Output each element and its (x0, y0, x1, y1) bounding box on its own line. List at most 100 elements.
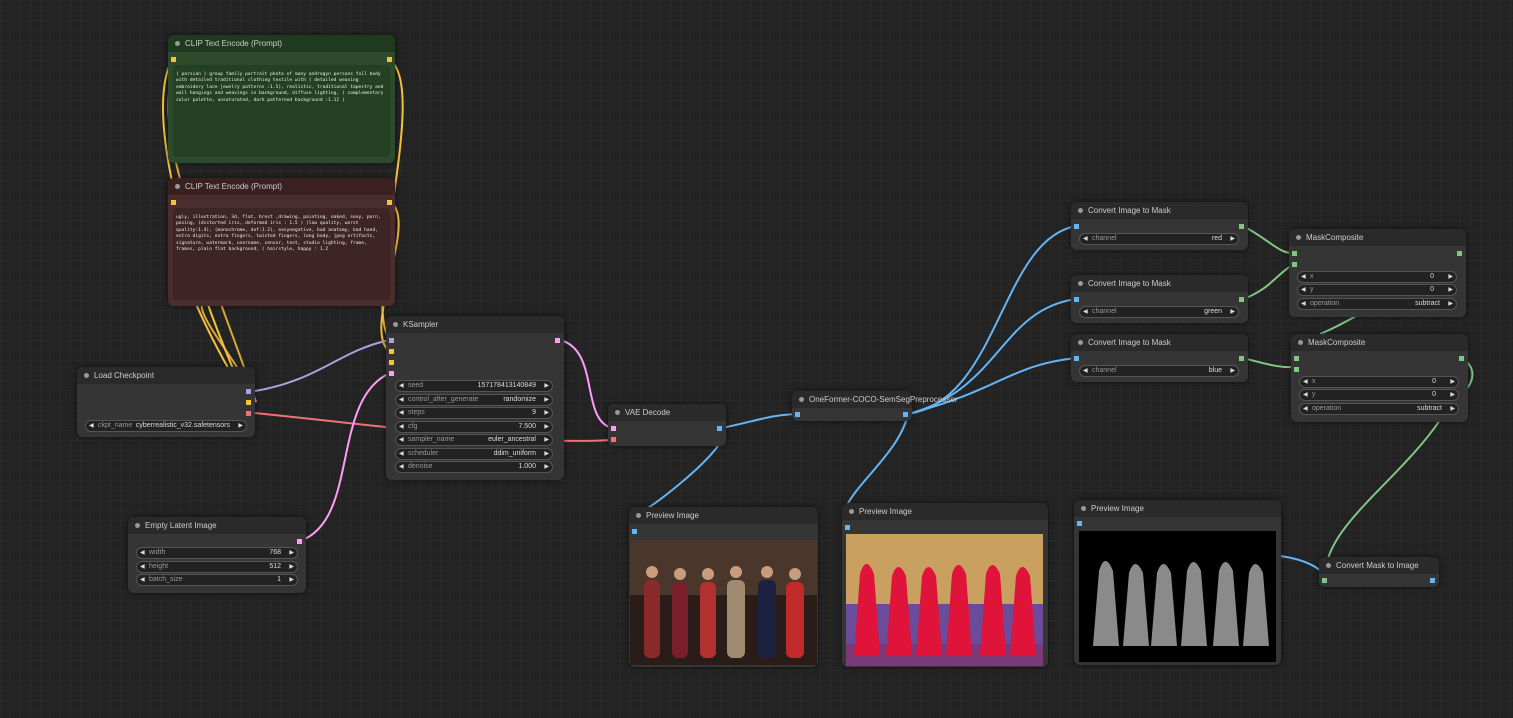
arrow-right-icon[interactable]: ▶ (289, 562, 294, 572)
arrow-right-icon[interactable]: ▶ (544, 408, 549, 418)
collapse-dot-icon[interactable] (799, 397, 804, 402)
node-title[interactable]: VAE Decode (608, 404, 726, 421)
arrow-right-icon[interactable]: ▶ (544, 395, 549, 405)
arrow-left-icon[interactable]: ◀ (89, 421, 94, 431)
node-ksampler[interactable]: KSampler ◀ seed 157178413140849 ▶ ◀ control_… (386, 316, 564, 480)
conditioning-output-slot[interactable] (387, 57, 392, 62)
mask-output-slot[interactable] (1457, 251, 1462, 256)
arrow-left-icon[interactable]: ◀ (1303, 377, 1308, 387)
images-input-slot[interactable] (845, 525, 850, 530)
arrow-left-icon[interactable]: ◀ (1083, 366, 1088, 376)
source-input-slot[interactable] (1294, 367, 1299, 372)
operation-combo[interactable]: ◀ operation subtract ▶ (1299, 403, 1459, 415)
node-title[interactable]: KSampler (386, 316, 564, 333)
clip-output-slot[interactable] (246, 400, 251, 405)
collapse-dot-icon[interactable] (1081, 506, 1086, 511)
denoise-number[interactable]: ◀ denoise 1.000 ▶ (395, 461, 553, 473)
arrow-right-icon[interactable]: ▶ (1450, 377, 1455, 387)
steps-number[interactable]: ◀ steps 9 ▶ (395, 407, 553, 419)
images-input-slot[interactable] (632, 529, 637, 534)
clip-input-slot[interactable] (171, 57, 176, 62)
collapse-dot-icon[interactable] (1296, 235, 1301, 240)
arrow-left-icon[interactable]: ◀ (1303, 390, 1308, 400)
node-convert-image-to-mask-blue[interactable]: Convert Image to Mask ◀ channel blue ▶ (1071, 334, 1248, 382)
arrow-left-icon[interactable]: ◀ (1301, 299, 1306, 309)
node-title[interactable]: Load Checkpoint (77, 367, 255, 384)
collapse-dot-icon[interactable] (1298, 340, 1303, 345)
batch-size-number[interactable]: ◀ batch_size 1 ▶ (136, 574, 298, 586)
arrow-left-icon[interactable]: ◀ (399, 381, 404, 391)
arrow-left-icon[interactable]: ◀ (399, 395, 404, 405)
vae-input-slot[interactable] (611, 437, 616, 442)
channel-combo[interactable]: ◀ channel blue ▶ (1079, 365, 1239, 377)
arrow-left-icon[interactable]: ◀ (399, 435, 404, 445)
mask-input-slot[interactable] (1322, 578, 1327, 583)
node-mask-composite-2[interactable]: MaskComposite ◀ x 0 ▶ ◀ y 0 ▶ ◀ operation subtra… (1291, 334, 1468, 422)
node-title[interactable]: Convert Image to Mask (1071, 334, 1248, 351)
negative-input-slot[interactable] (389, 360, 394, 365)
mask-output-slot[interactable] (1459, 356, 1464, 361)
arrow-right-icon[interactable]: ▶ (1448, 272, 1453, 282)
image-input-slot[interactable] (1074, 356, 1079, 361)
node-preview-image-2[interactable]: Preview Image (842, 503, 1048, 667)
collapse-dot-icon[interactable] (135, 523, 140, 528)
sampler-name-combo[interactable]: ◀ sampler_name euler_ancestral ▶ (395, 434, 553, 446)
channel-combo[interactable]: ◀ channel red ▶ (1079, 233, 1239, 245)
model-input-slot[interactable] (389, 338, 394, 343)
operation-combo[interactable]: ◀ operation subtract ▶ (1297, 298, 1457, 310)
collapse-dot-icon[interactable] (636, 513, 641, 518)
arrow-right-icon[interactable]: ▶ (1448, 299, 1453, 309)
conditioning-output-slot[interactable] (387, 200, 392, 205)
arrow-right-icon[interactable]: ▶ (544, 381, 549, 391)
arrow-left-icon[interactable]: ◀ (399, 462, 404, 472)
collapse-dot-icon[interactable] (1078, 340, 1083, 345)
collapse-dot-icon[interactable] (849, 509, 854, 514)
node-title[interactable]: Preview Image (1074, 500, 1281, 517)
samples-input-slot[interactable] (611, 426, 616, 431)
latent-output-slot[interactable] (555, 338, 560, 343)
node-convert-mask-to-image[interactable]: Convert Mask to Image (1319, 557, 1439, 587)
node-title[interactable]: CLIP Text Encode (Prompt) (168, 35, 395, 52)
arrow-right-icon[interactable]: ▶ (544, 449, 549, 459)
positive-input-slot[interactable] (389, 349, 394, 354)
arrow-right-icon[interactable]: ▶ (1450, 404, 1455, 414)
collapse-dot-icon[interactable] (1078, 208, 1083, 213)
seed-number[interactable]: ◀ seed 157178413140849 ▶ (395, 380, 553, 392)
image-output-slot[interactable] (1430, 578, 1435, 583)
x-number[interactable]: ◀ x 0 ▶ (1297, 271, 1457, 283)
arrow-left-icon[interactable]: ◀ (140, 562, 145, 572)
arrow-right-icon[interactable]: ▶ (1230, 307, 1235, 317)
arrow-right-icon[interactable]: ▶ (1450, 390, 1455, 400)
arrow-right-icon[interactable]: ▶ (544, 422, 549, 432)
images-input-slot[interactable] (1077, 521, 1082, 526)
node-title[interactable]: Convert Mask to Image (1319, 557, 1439, 574)
arrow-left-icon[interactable]: ◀ (1083, 307, 1088, 317)
node-title[interactable]: OneFormer-COCO-SemSegPreprocessor (792, 391, 957, 408)
arrow-right-icon[interactable]: ▶ (289, 575, 294, 585)
collapse-dot-icon[interactable] (175, 184, 180, 189)
width-number[interactable]: ◀ width 768 ▶ (136, 547, 298, 559)
node-title[interactable]: MaskComposite (1289, 229, 1466, 246)
node-preview-image-3[interactable]: Preview Image (1074, 500, 1281, 665)
arrow-right-icon[interactable]: ▶ (289, 548, 294, 558)
collapse-dot-icon[interactable] (1078, 281, 1083, 286)
destination-input-slot[interactable] (1294, 356, 1299, 361)
node-oneformer-coco-semseg[interactable]: OneFormer-COCO-SemSegPreprocessor (792, 391, 957, 421)
arrow-left-icon[interactable]: ◀ (140, 575, 145, 585)
arrow-right-icon[interactable]: ▶ (238, 421, 243, 431)
arrow-left-icon[interactable]: ◀ (399, 422, 404, 432)
ckpt-name-combo[interactable]: ◀ ckpt_name cyberrealistic_v32.safetenso… (85, 420, 247, 432)
y-number[interactable]: ◀ y 0 ▶ (1297, 284, 1457, 296)
node-title[interactable]: Empty Latent Image (128, 517, 306, 534)
height-number[interactable]: ◀ height 512 ▶ (136, 561, 298, 573)
node-clip-text-encode-negative[interactable]: CLIP Text Encode (Prompt) ugly, illustra… (168, 178, 395, 306)
destination-input-slot[interactable] (1292, 251, 1297, 256)
image-input-slot[interactable] (1074, 224, 1079, 229)
arrow-right-icon[interactable]: ▶ (1230, 234, 1235, 244)
node-title[interactable]: CLIP Text Encode (Prompt) (168, 178, 395, 195)
arrow-right-icon[interactable]: ▶ (1448, 285, 1453, 295)
arrow-left-icon[interactable]: ◀ (1301, 285, 1306, 295)
mask-output-slot[interactable] (1239, 356, 1244, 361)
node-convert-image-to-mask-green[interactable]: Convert Image to Mask ◀ channel green ▶ (1071, 275, 1248, 323)
channel-combo[interactable]: ◀ channel green ▶ (1079, 306, 1239, 318)
